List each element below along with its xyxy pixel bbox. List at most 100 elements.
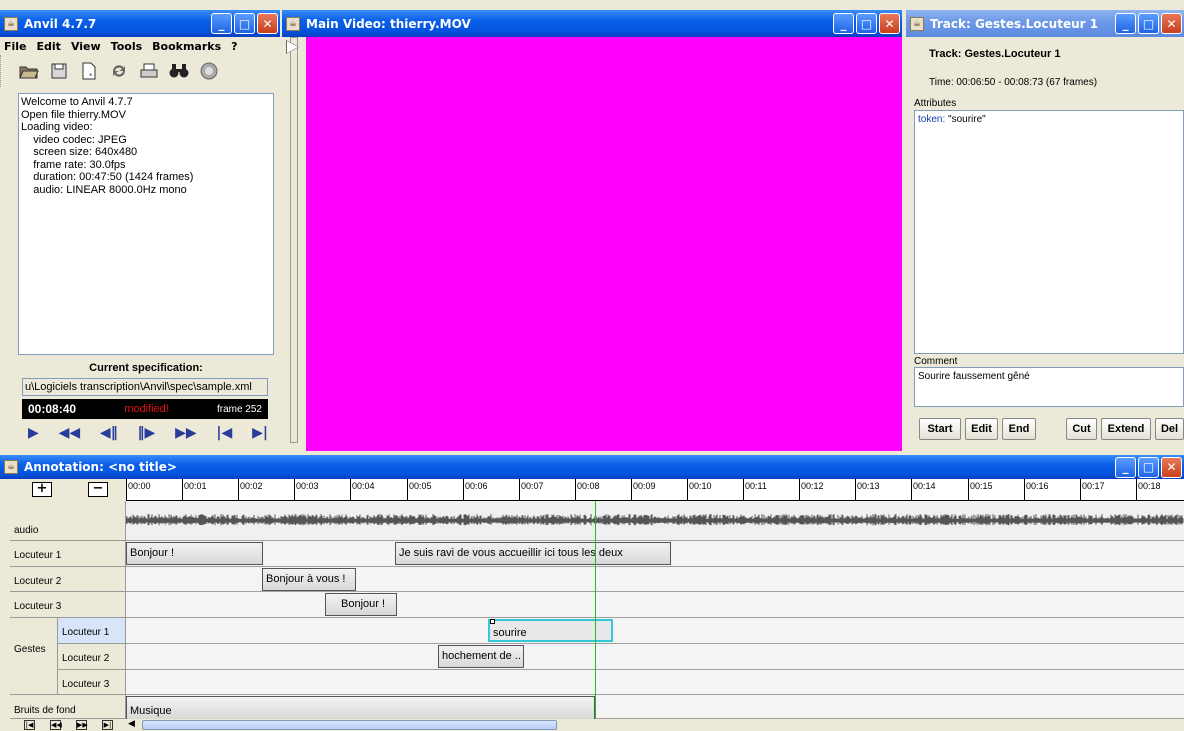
time-display: 00:08:40 modified! frame 252 bbox=[22, 399, 268, 419]
close-button[interactable]: ✕ bbox=[1161, 456, 1182, 478]
ruler-tick-label: 00:09 bbox=[633, 481, 656, 491]
close-button[interactable]: ✕ bbox=[1161, 13, 1182, 34]
menu-bookmarks[interactable]: Bookmarks bbox=[152, 40, 221, 53]
ruler-tick-label: 00:03 bbox=[296, 481, 319, 491]
extend-button[interactable]: Extend bbox=[1101, 418, 1151, 440]
track-label-text: audio bbox=[14, 525, 39, 536]
log-line: duration: 00:47:50 (1424 frames) bbox=[21, 171, 194, 183]
log-line: video codec: JPEG bbox=[21, 133, 127, 146]
anvil-titlebar[interactable]: ☕ Anvil 4.7.7 _ □ ✕ bbox=[0, 10, 280, 37]
maximize-button[interactable]: □ bbox=[1138, 456, 1159, 478]
video-titlebar[interactable]: ☕ Main Video: thierry.MOV _ □ ✕ bbox=[282, 10, 902, 37]
binoculars-icon[interactable] bbox=[169, 61, 189, 81]
save-icon[interactable] bbox=[49, 61, 69, 81]
ruler-tick bbox=[519, 479, 520, 500]
fast-forward-icon[interactable]: ▶▶ bbox=[175, 425, 197, 441]
go-start-icon[interactable]: |◀ bbox=[216, 425, 232, 441]
minimize-button[interactable]: _ bbox=[1115, 456, 1136, 478]
minimize-button[interactable]: _ bbox=[1115, 13, 1136, 34]
annotation-element[interactable]: Musique bbox=[126, 696, 595, 720]
step-forward-icon[interactable]: ‖▶ bbox=[138, 425, 156, 441]
annotation-titlebar[interactable]: ☕ Annotation: <no title> _ □ ✕ bbox=[0, 455, 1184, 479]
track-label-gestes-locuteur2[interactable]: Locuteur 2 bbox=[58, 644, 126, 670]
menu-file[interactable]: File bbox=[4, 40, 27, 53]
minimize-button[interactable]: _ bbox=[833, 13, 854, 34]
cut-button[interactable]: Cut bbox=[1066, 418, 1097, 440]
track-titlebar[interactable]: ☕ Track: Gestes.Locuteur 1 _ □ ✕ bbox=[906, 10, 1184, 37]
maximize-button[interactable]: □ bbox=[1138, 13, 1159, 34]
track-group-gestes[interactable]: Gestes bbox=[10, 618, 58, 695]
rewind-icon[interactable]: ◀◀ bbox=[59, 425, 81, 441]
print-icon[interactable] bbox=[139, 61, 159, 81]
track-row-audio[interactable] bbox=[126, 501, 1184, 541]
track-row-gestes-locuteur3[interactable] bbox=[126, 670, 1184, 695]
menu-tools[interactable]: Tools bbox=[111, 40, 142, 53]
info-icon[interactable] bbox=[199, 61, 219, 81]
scroll-last-icon[interactable]: ▶| bbox=[102, 720, 113, 730]
track-label-bruits[interactable]: Bruits de fond bbox=[10, 695, 126, 719]
close-button[interactable]: ✕ bbox=[257, 13, 278, 34]
track-label-text: Locuteur 2 bbox=[62, 653, 110, 664]
track-label-locuteur1[interactable]: Locuteur 1 bbox=[10, 541, 126, 567]
track-row-gestes-locuteur2[interactable] bbox=[126, 644, 1184, 670]
video-slider-thumb[interactable] bbox=[286, 40, 299, 54]
track-label-text: Locuteur 1 bbox=[14, 550, 62, 561]
element-handle[interactable] bbox=[490, 619, 495, 624]
scroll-left-arrow[interactable]: ◀ bbox=[128, 719, 135, 729]
time-ruler[interactable]: 00:00 00:01 00:02 00:03 00:04 00:05 00:06 00:07… bbox=[126, 479, 1184, 501]
edit-button[interactable]: Edit bbox=[965, 418, 998, 440]
ruler-tick bbox=[575, 479, 576, 500]
scroll-forward-icon[interactable]: ▶▶ bbox=[76, 720, 88, 730]
ruler-tick-label: 00:08 bbox=[577, 481, 600, 491]
log-line: Loading video: bbox=[21, 121, 93, 133]
track-label-gestes-locuteur3[interactable]: Locuteur 3 bbox=[58, 670, 126, 695]
track-label-gestes-locuteur1[interactable]: Locuteur 1 bbox=[58, 618, 126, 644]
new-file-icon[interactable]: * bbox=[79, 61, 99, 81]
annotation-element[interactable]: Bonjour ! bbox=[325, 593, 397, 616]
maximize-button[interactable]: □ bbox=[856, 13, 877, 34]
annotation-element[interactable]: hochement de .. bbox=[438, 645, 524, 668]
start-button[interactable]: Start bbox=[919, 418, 961, 440]
track-label-audio[interactable]: audio bbox=[10, 501, 126, 541]
playhead-line[interactable] bbox=[595, 501, 596, 719]
track-label-locuteur2[interactable]: Locuteur 2 bbox=[10, 567, 126, 592]
end-button[interactable]: End bbox=[1002, 418, 1036, 440]
track-heading: Track: Gestes.Locuteur 1 bbox=[929, 48, 1061, 60]
log-line: Welcome to Anvil 4.7.7 bbox=[21, 96, 133, 108]
maximize-button[interactable]: □ bbox=[234, 13, 255, 34]
menu-edit[interactable]: Edit bbox=[37, 40, 61, 53]
annotation-element[interactable]: Je suis ravi de vous accueillir ici tous… bbox=[395, 542, 671, 565]
ruler-tick bbox=[407, 479, 408, 500]
ruler-tick bbox=[1080, 479, 1081, 500]
track-label-locuteur3[interactable]: Locuteur 3 bbox=[10, 592, 126, 618]
video-slider-track[interactable] bbox=[290, 37, 298, 443]
comment-field[interactable]: Sourire faussement gêné bbox=[914, 367, 1184, 407]
refresh-icon[interactable] bbox=[109, 61, 129, 81]
close-button[interactable]: ✕ bbox=[879, 13, 900, 34]
log-line: Open file thierry.MOV bbox=[21, 108, 126, 121]
toolbar: * bbox=[0, 55, 280, 87]
go-end-icon[interactable]: ▶| bbox=[252, 425, 268, 441]
window-title: Main Video: thierry.MOV bbox=[306, 16, 471, 31]
java-app-icon: ☕ bbox=[4, 16, 18, 31]
play-icon[interactable]: ▶ bbox=[28, 425, 39, 441]
menu-bar: File Edit View Tools Bookmarks ? bbox=[0, 37, 280, 55]
step-back-icon[interactable]: ◀‖ bbox=[100, 425, 118, 441]
annotation-element[interactable]: Bonjour ! bbox=[126, 542, 263, 565]
open-folder-icon[interactable] bbox=[19, 61, 39, 81]
menu-view[interactable]: View bbox=[71, 40, 101, 53]
del-button[interactable]: Del bbox=[1155, 418, 1184, 440]
zoom-in-button[interactable]: + bbox=[32, 482, 52, 497]
track-row-locuteur3[interactable] bbox=[126, 592, 1184, 618]
horizontal-scrollbar-thumb[interactable] bbox=[142, 720, 557, 730]
minimize-button[interactable]: _ bbox=[211, 13, 232, 34]
scroll-back-icon[interactable]: ◀◀ bbox=[50, 720, 62, 730]
ruler-tick-label: 00:12 bbox=[801, 481, 824, 491]
scroll-first-icon[interactable]: |◀ bbox=[24, 720, 35, 730]
annotation-element[interactable]: Bonjour à vous ! bbox=[262, 568, 356, 591]
track-row-gestes-locuteur1[interactable] bbox=[126, 618, 1184, 644]
menu-help[interactable]: ? bbox=[231, 40, 237, 53]
ruler-tick bbox=[182, 479, 183, 500]
ruler-tick-label: 00:02 bbox=[240, 481, 263, 491]
zoom-out-button[interactable]: − bbox=[88, 482, 108, 497]
